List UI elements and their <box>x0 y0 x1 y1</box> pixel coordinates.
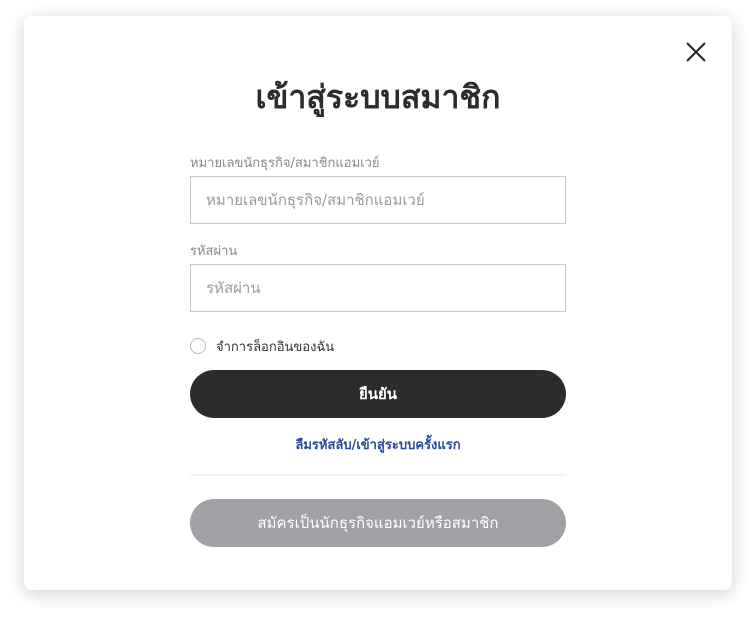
password-input[interactable] <box>190 264 566 312</box>
login-modal: เข้าสู่ระบบสมาชิก หมายเลขนักธุรกิจ/สมาชิ… <box>24 16 732 590</box>
page-title: เข้าสู่ระบบสมาชิก <box>255 78 501 116</box>
divider <box>190 474 566 476</box>
abo-label: หมายเลขนักธุรกิจ/สมาชิกแอมเวย์ <box>190 156 380 171</box>
close-icon[interactable] <box>684 40 708 64</box>
remember-me-radio[interactable] <box>190 338 206 354</box>
remember-me-option[interactable]: จำการล็อกอินของฉัน <box>190 336 566 356</box>
password-label: รหัสผ่าน <box>190 244 238 259</box>
forgot-password-link[interactable]: ลืมรหัสลับ/เข้าสู่ระบบครั้งแรก <box>190 436 566 456</box>
remember-me-label: จำการล็อกอินของฉัน <box>216 339 335 355</box>
login-form: หมายเลขนักธุรกิจ/สมาชิกแอมเวย์ รหัสผ่าน … <box>190 154 566 547</box>
register-button[interactable]: สมัครเป็นนักธุรกิจแอมเวย์หรือสมาชิก <box>190 499 566 547</box>
confirm-button[interactable]: ยืนยัน <box>190 370 566 418</box>
abo-number-input[interactable] <box>190 176 566 224</box>
